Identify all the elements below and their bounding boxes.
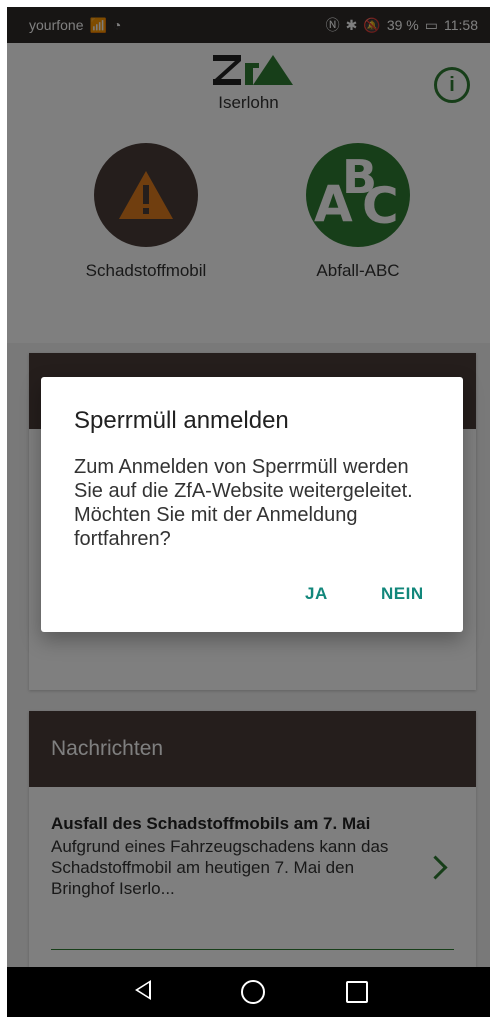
phone-screen: yourfone 📶 ◔ Ⓝ ✱ 🔕 39 % ▭ 11:58 Iserlohn…	[7, 7, 490, 1017]
dialog-message: Zum Anmelden von Sperrmüll werden Sie au…	[74, 456, 413, 550]
home-icon[interactable]	[241, 980, 265, 1004]
recent-apps-icon[interactable]	[346, 981, 368, 1003]
nav-bar	[7, 967, 490, 1017]
back-icon[interactable]	[135, 980, 151, 1000]
no-button[interactable]: NEIN	[381, 584, 424, 604]
dialog-title: Sperrmüll anmelden	[74, 407, 289, 434]
sperrmuell-dialog: Sperrmüll anmelden Zum Anmelden von Sper…	[41, 377, 463, 632]
yes-button[interactable]: JA	[305, 584, 328, 604]
